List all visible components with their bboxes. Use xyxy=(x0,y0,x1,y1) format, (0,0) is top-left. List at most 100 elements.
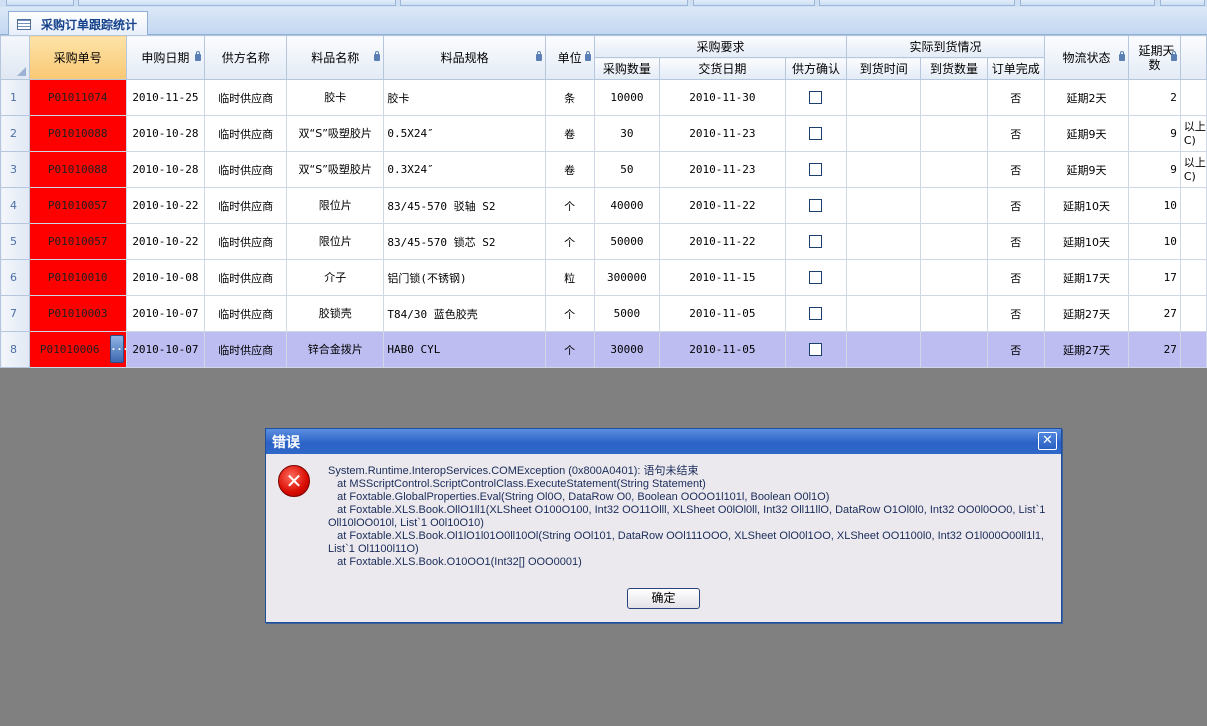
cell-arrive-time[interactable] xyxy=(846,295,922,332)
cell-material[interactable]: 介子 xyxy=(286,259,385,296)
cell-arrive-time[interactable] xyxy=(846,187,922,224)
confirm-checkbox[interactable] xyxy=(809,127,823,141)
cell-extra[interactable]: 以上 C) xyxy=(1179,115,1207,152)
cell-delivery[interactable]: 2010-11-22 xyxy=(659,187,786,224)
cell-logistics[interactable]: 延期9天 xyxy=(1043,115,1130,152)
cell-material[interactable]: 限位片 xyxy=(286,223,385,260)
header-order-done[interactable]: 订单完成 xyxy=(986,57,1045,80)
confirm-checkbox[interactable] xyxy=(809,271,823,285)
cell-delay-days[interactable]: 17 xyxy=(1128,259,1181,296)
cell-unit[interactable]: 卷 xyxy=(544,115,595,152)
cell-extra[interactable]: 以上 C) xyxy=(1179,151,1207,188)
cell-delivery[interactable]: 2010-11-23 xyxy=(659,151,786,188)
data-grid[interactable]: 采购单号 申购日期 供方名称 料品名称 料品规格 单位 采购要求 实际到货情况 … xyxy=(0,35,1207,368)
cell-order-no[interactable]: P01011074 xyxy=(28,79,127,116)
cell-supplier[interactable]: 临时供应商 xyxy=(204,151,288,188)
cell-unit[interactable]: 个 xyxy=(544,331,595,368)
row-number[interactable]: 7 xyxy=(0,295,30,332)
cell-supplier[interactable]: 临时供应商 xyxy=(204,115,288,152)
cell-order-done[interactable]: 否 xyxy=(986,331,1045,368)
cell-order-done[interactable]: 否 xyxy=(986,79,1045,116)
ellipsis-button[interactable]: ... xyxy=(109,335,125,363)
header-unit[interactable]: 单位 xyxy=(544,35,595,80)
cell-order-done[interactable]: 否 xyxy=(986,187,1045,224)
cell-material[interactable]: 双“S”吸塑胶片 xyxy=(286,151,385,188)
cell-apply-date[interactable]: 2010-10-22 xyxy=(125,223,206,260)
cell-supplier-confirm[interactable] xyxy=(784,295,848,332)
cell-delay-days[interactable]: 27 xyxy=(1128,331,1181,368)
row-number[interactable]: 8 xyxy=(0,331,30,368)
cell-material[interactable]: 限位片 xyxy=(286,187,385,224)
cell-supplier-confirm[interactable] xyxy=(784,223,848,260)
header-apply-date[interactable]: 申购日期 xyxy=(125,35,206,80)
cell-unit[interactable]: 粒 xyxy=(544,259,595,296)
cell-supplier[interactable]: 临时供应商 xyxy=(204,331,288,368)
confirm-checkbox[interactable] xyxy=(809,307,823,321)
cell-qty[interactable]: 50000 xyxy=(593,223,661,260)
table-row[interactable]: 4 P01010057 2010-10-22 临时供应商 限位片 83/45-570 驳轴… xyxy=(0,187,1207,224)
header-material[interactable]: 料品名称 xyxy=(286,35,385,80)
toolbar-button-stub[interactable] xyxy=(819,0,1015,6)
header-supplier[interactable]: 供方名称 xyxy=(204,35,288,80)
toolbar-button-stub[interactable] xyxy=(1160,0,1205,6)
cell-order-no[interactable]: P01010006... xyxy=(28,331,127,368)
cell-qty[interactable]: 30000 xyxy=(593,331,661,368)
cell-order-no[interactable]: P01010003 xyxy=(28,295,127,332)
header-arrive-time[interactable]: 到货时间 xyxy=(846,57,922,80)
cell-supplier[interactable]: 临时供应商 xyxy=(204,79,288,116)
cell-supplier-confirm[interactable] xyxy=(784,187,848,224)
cell-delivery[interactable]: 2010-11-23 xyxy=(659,115,786,152)
cell-qty[interactable]: 5000 xyxy=(593,295,661,332)
cell-extra[interactable] xyxy=(1179,295,1207,332)
cell-supplier[interactable]: 临时供应商 xyxy=(204,223,288,260)
cell-unit[interactable]: 个 xyxy=(544,223,595,260)
cell-arrive-qty[interactable] xyxy=(920,259,988,296)
cell-delivery[interactable]: 2010-11-30 xyxy=(659,79,786,116)
cell-order-no[interactable]: P01010010 xyxy=(28,259,127,296)
header-order-no[interactable]: 采购单号 xyxy=(28,35,127,80)
cell-spec[interactable]: 胶卡 xyxy=(383,79,546,116)
toolbar-button-stub[interactable] xyxy=(6,0,74,6)
cell-delivery[interactable]: 2010-11-05 xyxy=(659,295,786,332)
row-number[interactable]: 3 xyxy=(0,151,30,188)
cell-supplier-confirm[interactable] xyxy=(784,259,848,296)
cell-supplier-confirm[interactable] xyxy=(784,331,848,368)
cell-arrive-qty[interactable] xyxy=(920,115,988,152)
toolbar-button-stub[interactable] xyxy=(400,0,688,6)
cell-order-done[interactable]: 否 xyxy=(986,151,1045,188)
ok-button[interactable]: 确定 xyxy=(627,588,700,609)
cell-arrive-qty[interactable] xyxy=(920,331,988,368)
confirm-checkbox[interactable] xyxy=(809,91,823,105)
toolbar-button-stub[interactable] xyxy=(78,0,396,6)
cell-order-done[interactable]: 否 xyxy=(986,223,1045,260)
confirm-checkbox[interactable] xyxy=(809,235,823,249)
cell-apply-date[interactable]: 2010-10-07 xyxy=(125,295,206,332)
dialog-title-bar[interactable]: 错误 ✕ xyxy=(266,429,1061,454)
cell-spec[interactable]: 83/45-570 驳轴 S2 xyxy=(383,187,546,224)
cell-material[interactable]: 锌合金拨片 xyxy=(286,331,385,368)
cell-extra[interactable] xyxy=(1179,331,1207,368)
cell-arrive-time[interactable] xyxy=(846,115,922,152)
cell-extra[interactable] xyxy=(1179,259,1207,296)
cell-delay-days[interactable]: 9 xyxy=(1128,151,1181,188)
table-row[interactable]: 5 P01010057 2010-10-22 临时供应商 限位片 83/45-570 锁芯… xyxy=(0,223,1207,260)
cell-apply-date[interactable]: 2010-10-28 xyxy=(125,115,206,152)
table-row[interactable]: 6 P01010010 2010-10-08 临时供应商 介子 铝门锁(不锈钢) 粒 3000… xyxy=(0,259,1207,296)
cell-order-no[interactable]: P01010088 xyxy=(28,151,127,188)
cell-apply-date[interactable]: 2010-10-08 xyxy=(125,259,206,296)
close-icon[interactable]: ✕ xyxy=(1038,432,1057,450)
cell-spec[interactable]: 0.5X24″ xyxy=(383,115,546,152)
cell-apply-date[interactable]: 2010-10-22 xyxy=(125,187,206,224)
cell-logistics[interactable]: 延期10天 xyxy=(1043,187,1130,224)
header-delay-days[interactable]: 延期天数 xyxy=(1128,35,1181,80)
cell-order-no[interactable]: P01010057 xyxy=(28,187,127,224)
cell-logistics[interactable]: 延期10天 xyxy=(1043,223,1130,260)
toolbar-button-stub[interactable] xyxy=(1020,0,1155,6)
row-number[interactable]: 6 xyxy=(0,259,30,296)
table-row[interactable]: 3 P01010088 2010-10-28 临时供应商 双“S”吸塑胶片 0.3X24″… xyxy=(0,151,1207,188)
cell-delay-days[interactable]: 10 xyxy=(1128,187,1181,224)
cell-spec[interactable]: 83/45-570 锁芯 S2 xyxy=(383,223,546,260)
cell-supplier-confirm[interactable] xyxy=(784,79,848,116)
cell-arrive-time[interactable] xyxy=(846,331,922,368)
cell-extra[interactable] xyxy=(1179,223,1207,260)
